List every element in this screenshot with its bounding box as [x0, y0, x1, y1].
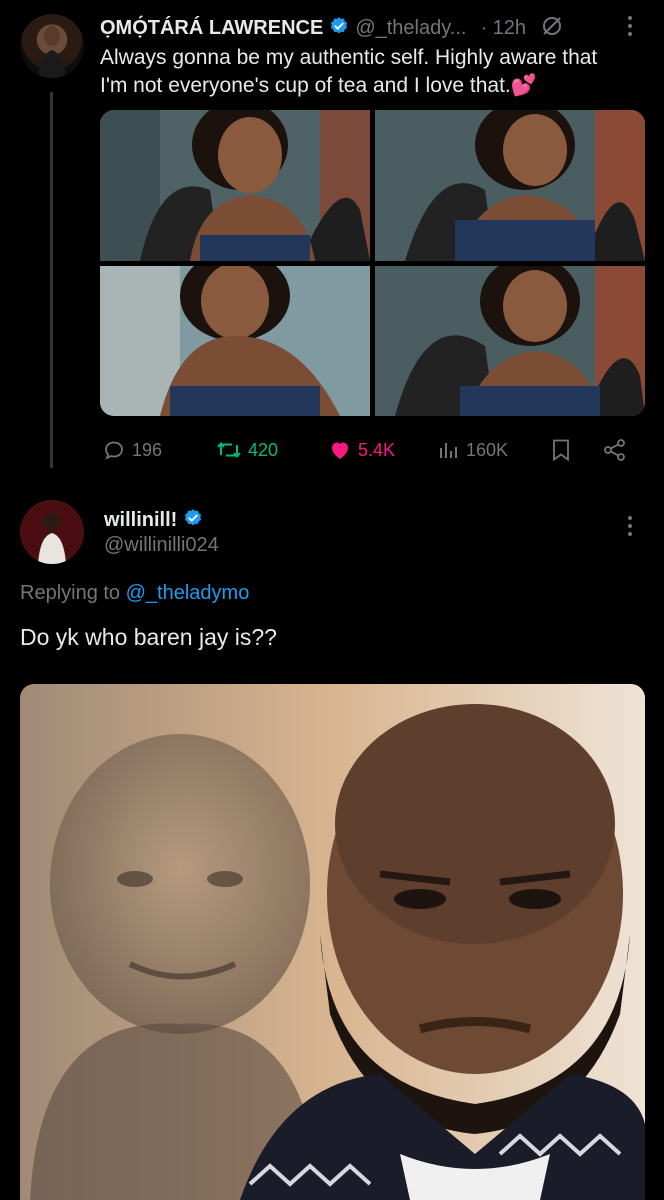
heart-icon: [328, 438, 352, 462]
tweet-time[interactable]: · 12h: [480, 17, 526, 40]
photo-1[interactable]: [100, 110, 370, 261]
more-options-icon[interactable]: [628, 16, 634, 40]
photo-4[interactable]: [375, 266, 645, 416]
tweet-text: Always gonna be my authentic self. Highl…: [100, 44, 645, 100]
reply-author-handle[interactable]: @willinilli024: [104, 534, 219, 557]
photo-3[interactable]: [100, 266, 370, 416]
author-avatar[interactable]: [20, 14, 84, 78]
tweet-text-line-2: I'm not everyone's cup of tea and I love…: [100, 74, 511, 97]
like-button[interactable]: 5.4K: [328, 436, 395, 464]
retweet-count: 420: [248, 439, 279, 460]
views-chart-icon: [436, 438, 460, 462]
reply-text: Do yk who baren jay is??: [20, 624, 277, 650]
photo-2[interactable]: [375, 110, 645, 261]
tweet-text-line-1: Always gonna be my authentic self. Highl…: [100, 46, 598, 69]
media-grid[interactable]: [100, 110, 645, 416]
thread-connector-line: [50, 92, 53, 468]
replying-to: Replying to @_theladymo: [20, 582, 249, 605]
author-handle[interactable]: @_thelady...: [355, 17, 466, 40]
hearts-emoji: 💕: [510, 74, 537, 97]
reply-more-options-icon[interactable]: [628, 516, 634, 540]
reply-author-avatar[interactable]: [20, 500, 84, 564]
reply-author-name[interactable]: willinill!: [104, 509, 177, 532]
retweet-button[interactable]: 420: [216, 436, 278, 464]
replying-to-handle[interactable]: @_theladymo: [126, 582, 250, 604]
retweet-icon: [216, 438, 242, 462]
reply-icon: [102, 438, 126, 462]
bookmark-icon[interactable]: [550, 438, 572, 467]
views-button[interactable]: 160K: [436, 436, 508, 464]
author-name[interactable]: ỌMỌ́TÁRÁ LAWRENCE: [100, 17, 323, 40]
tweet-header: ỌMỌ́TÁRÁ LAWRENCE @_thelady... · 12h: [100, 14, 564, 42]
reply-header: willinill!: [104, 506, 203, 534]
verified-badge-icon: [329, 16, 349, 41]
grok-icon[interactable]: [540, 14, 564, 43]
reply-count: 196: [132, 439, 163, 460]
replying-to-label: Replying to: [20, 582, 121, 604]
views-count: 160K: [466, 439, 509, 460]
like-count: 5.4K: [358, 439, 396, 460]
reply-button[interactable]: 196: [102, 436, 162, 464]
reply-verified-badge-icon: [183, 508, 203, 533]
reply-media-image[interactable]: [20, 684, 645, 1200]
share-icon[interactable]: [602, 438, 628, 467]
